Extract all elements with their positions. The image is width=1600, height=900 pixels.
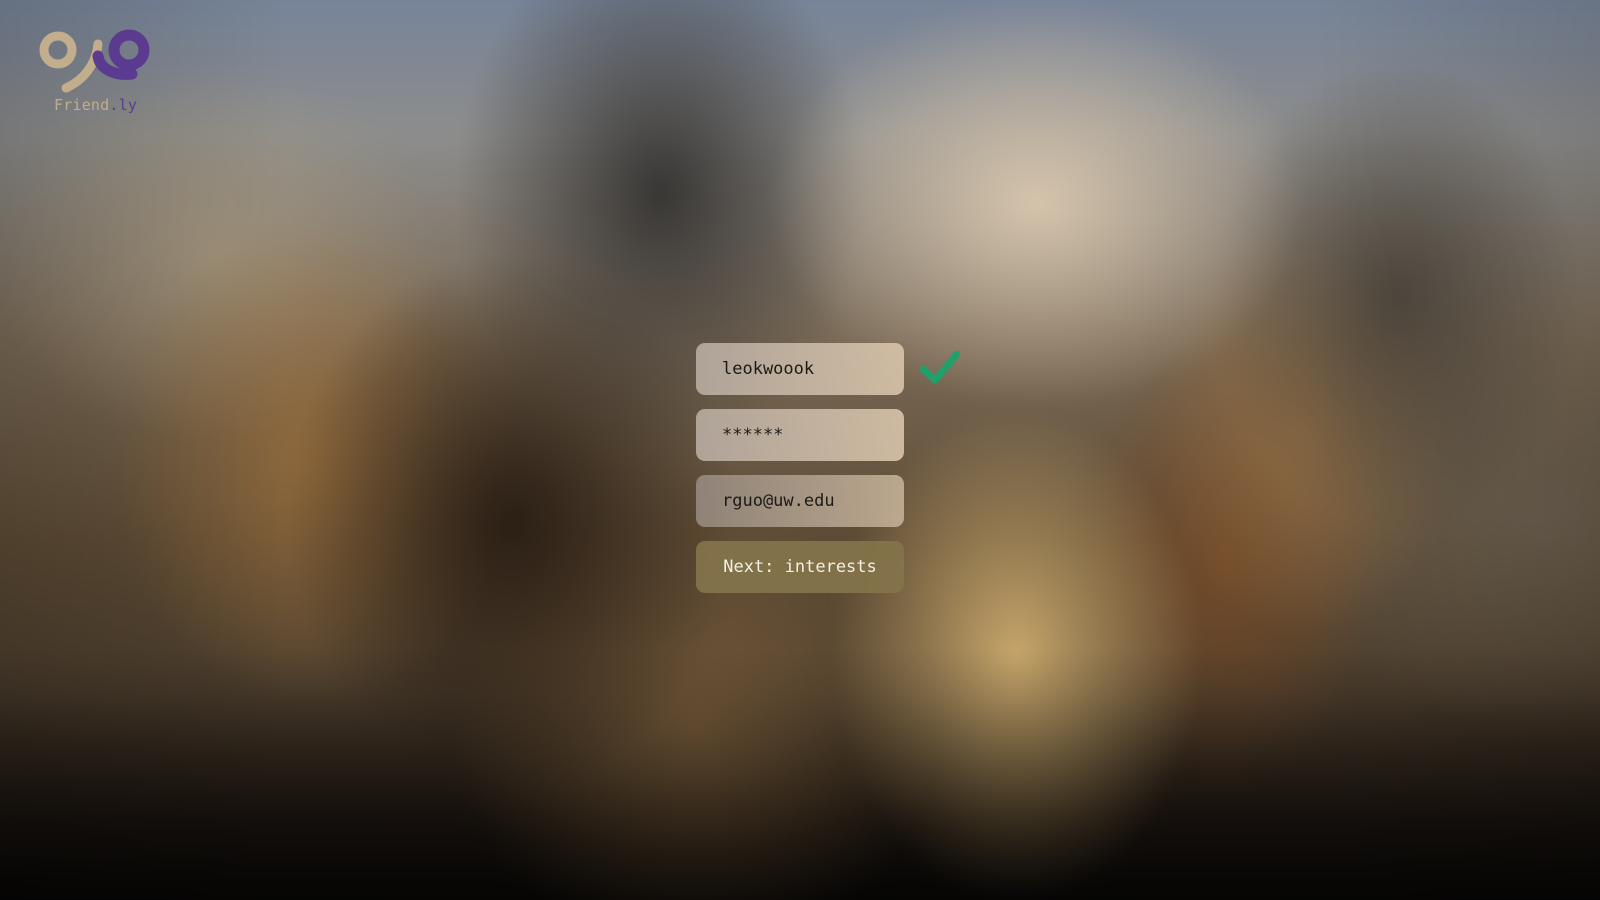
signup-form: leokwoook ****** rguo@uw.edu Next: inter… — [696, 343, 904, 593]
next-button-label: Next: interests — [723, 557, 877, 577]
username-value: leokwoook — [722, 359, 815, 379]
email-field[interactable]: rguo@uw.edu — [696, 475, 904, 527]
app-logo: Friend.ly — [38, 28, 158, 118]
password-field[interactable]: ****** — [696, 409, 904, 461]
logo-wordmark: Friend.ly — [54, 96, 137, 114]
signup-screen: Friend.ly leokwoook ****** rguo@uw.edu N… — [0, 0, 1600, 900]
logo-wordmark-friend: Friend — [54, 96, 110, 114]
next-interests-button[interactable]: Next: interests — [696, 541, 904, 593]
password-value: ****** — [722, 425, 784, 445]
logo-wordmark-ly: .ly — [109, 96, 138, 114]
username-field[interactable]: leokwoook — [696, 343, 904, 395]
friendly-logo-icon — [39, 29, 150, 93]
check-icon — [920, 351, 960, 384]
email-value: rguo@uw.edu — [722, 491, 835, 511]
